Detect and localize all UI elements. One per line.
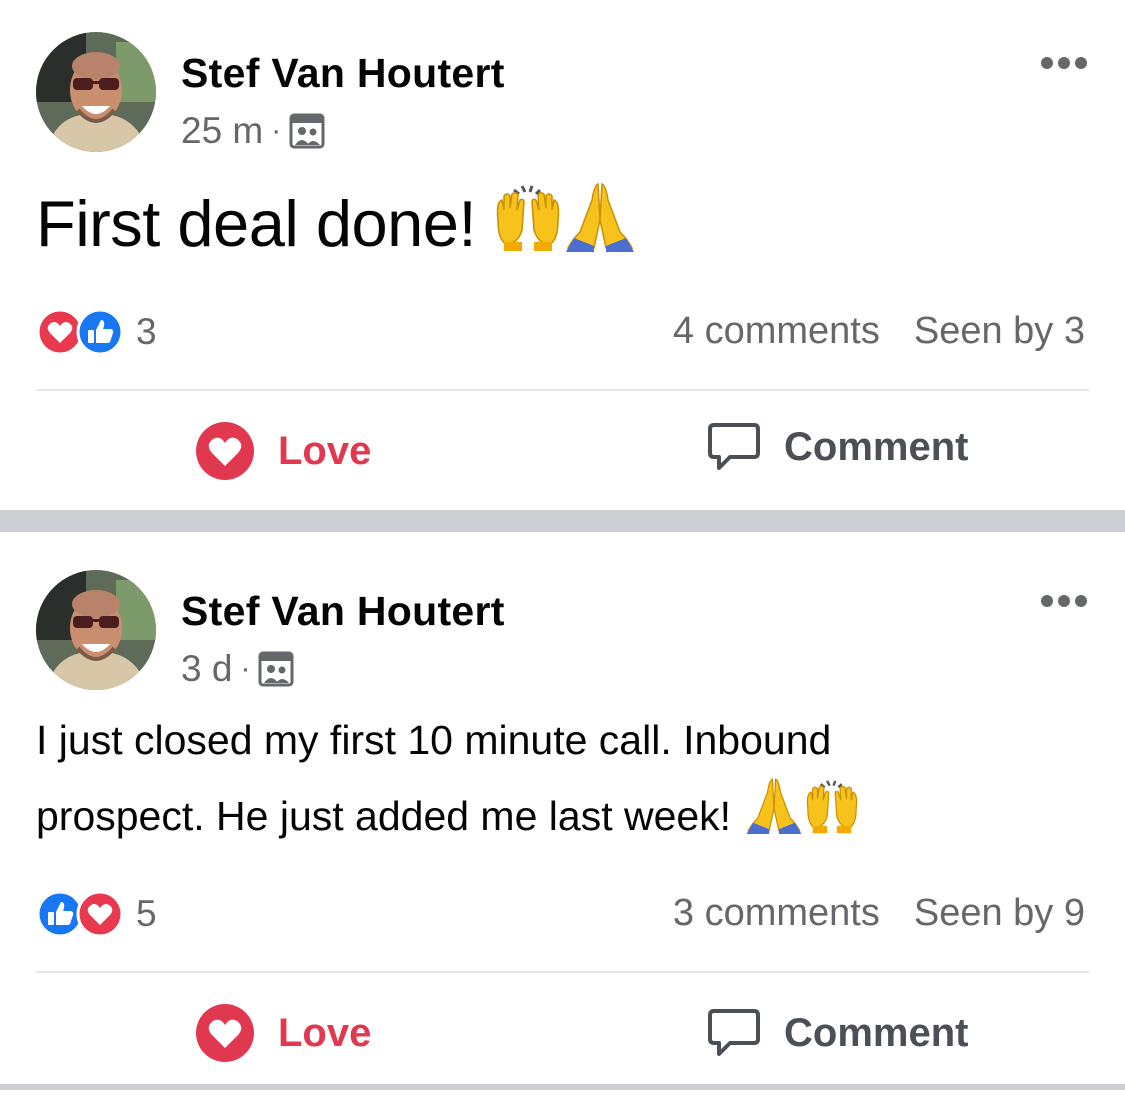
raising-hands-emoji [492, 180, 564, 267]
post-text-line-1: I just closed my first 10 minute call. I… [36, 717, 832, 763]
post-card: Stef Van Houtert 25 m · First deal done!… [0, 0, 1125, 510]
post-text-line-2: prospect. He just added me last week! [36, 793, 732, 839]
reactions-summary[interactable]: 5 [36, 890, 157, 938]
post-separator [0, 510, 1125, 532]
love-button[interactable]: Love [194, 420, 371, 482]
folded-hands-emoji [745, 776, 803, 856]
reaction-count: 3 [136, 311, 157, 352]
avatar[interactable] [36, 32, 156, 152]
love-label: Love [278, 428, 372, 473]
author-name[interactable]: Stef Van Houtert [181, 50, 505, 97]
comment-icon [706, 1006, 762, 1060]
comment-label: Comment [784, 424, 969, 469]
comment-icon [706, 420, 762, 474]
post-text: I just closed my first 10 minute call. I… [36, 704, 1086, 856]
love-reaction-icon [76, 890, 124, 938]
more-icon[interactable] [1039, 586, 1089, 616]
post-time[interactable]: 3 d [181, 648, 232, 690]
love-button[interactable]: Love [194, 1002, 371, 1064]
comment-label: Comment [784, 1010, 969, 1055]
author-name[interactable]: Stef Van Houtert [181, 588, 505, 635]
post-text-main: First deal done! [36, 187, 477, 260]
group-icon [258, 651, 294, 687]
heart-icon [194, 1002, 256, 1064]
heart-icon [194, 420, 256, 482]
like-reaction-icon [76, 308, 124, 356]
post-card: Stef Van Houtert 3 d · I just closed my … [0, 532, 1125, 1090]
post-time[interactable]: 25 m [181, 110, 263, 152]
bottom-separator [0, 1084, 1125, 1090]
comment-count[interactable]: 3 comments [673, 892, 880, 935]
post-stats: 4 comments Seen by 3 [673, 310, 1085, 353]
seen-by[interactable]: Seen by 3 [914, 310, 1085, 353]
post-meta: 25 m · [181, 110, 325, 152]
love-label: Love [278, 1010, 372, 1055]
divider [36, 971, 1089, 973]
folded-hands-emoji [564, 180, 636, 267]
post-text: First deal done! [36, 180, 636, 267]
reaction-count: 5 [136, 893, 157, 934]
post-stats: 3 comments Seen by 9 [673, 892, 1085, 935]
comment-count[interactable]: 4 comments [673, 310, 880, 353]
group-icon [289, 113, 325, 149]
more-icon[interactable] [1039, 48, 1089, 78]
comment-button[interactable]: Comment [706, 420, 968, 474]
avatar[interactable] [36, 570, 156, 690]
meta-dot: · [271, 114, 282, 147]
post-meta: 3 d · [181, 648, 294, 690]
seen-by[interactable]: Seen by 9 [914, 892, 1085, 935]
divider [36, 389, 1089, 391]
reactions-summary[interactable]: 3 [36, 308, 157, 356]
raising-hands-emoji [803, 776, 861, 856]
comment-button[interactable]: Comment [706, 1006, 968, 1060]
meta-dot: · [240, 652, 251, 685]
